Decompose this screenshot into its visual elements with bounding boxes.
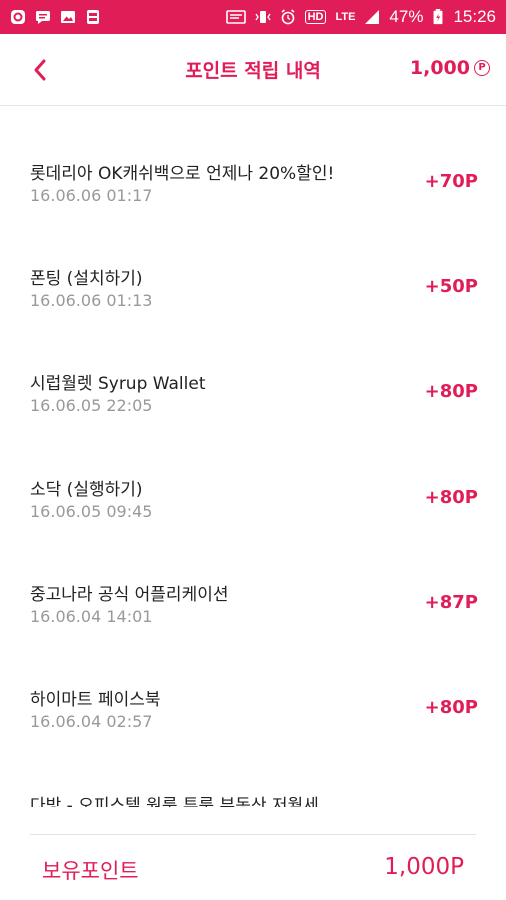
header-points: 1,000 P bbox=[410, 57, 490, 79]
shopping-app-icon bbox=[87, 10, 99, 24]
list-item[interactable]: 다방 - 오피스텔 원룸 투룸 부동산 저월세 bbox=[0, 791, 506, 807]
app-header: 포인트 적립 내역 1,000 P bbox=[0, 34, 506, 106]
owned-points-label: 보유포인트 bbox=[42, 859, 139, 883]
status-bar: HD LTE 47% 15:26 bbox=[0, 0, 506, 34]
app-notification-icon bbox=[11, 10, 25, 24]
item-title: 다방 - 오피스텔 원룸 투룸 부동산 저월세 bbox=[30, 796, 319, 807]
item-date: 16.06.05 09:45 bbox=[30, 502, 153, 521]
item-date: 16.06.06 01:17 bbox=[30, 186, 153, 205]
image-icon bbox=[61, 11, 75, 23]
item-title: 하이마트 페이스북 bbox=[30, 690, 161, 710]
item-date: 16.06.04 14:01 bbox=[30, 607, 153, 626]
item-title: 소닥 (실행하기) bbox=[30, 480, 143, 500]
network-type-label: LTE bbox=[335, 11, 356, 23]
item-date: 16.06.06 01:13 bbox=[30, 291, 153, 310]
item-points: +80P bbox=[424, 381, 478, 402]
list-item[interactable]: 중고나라 공식 어플리케이션 16.06.04 14:01 +87P bbox=[0, 580, 506, 686]
item-title: 폰팅 (설치하기) bbox=[30, 269, 143, 289]
item-points: +80P bbox=[424, 487, 478, 508]
status-bar-right: HD LTE 47% 15:26 bbox=[225, 7, 496, 27]
hd-voice-badge: HD bbox=[304, 10, 327, 24]
list-item[interactable]: 폰팅 (설치하기) 16.06.06 01:13 +50P bbox=[0, 264, 506, 370]
list-item[interactable]: 시럽월렛 Syrup Wallet 16.06.05 22:05 +80P bbox=[0, 369, 506, 475]
alarm-icon bbox=[281, 9, 295, 25]
list-item[interactable]: 하이마트 페이스북 16.06.04 02:57 +80P bbox=[0, 685, 506, 791]
point-circle-icon: P bbox=[474, 60, 490, 76]
vibrate-mute-icon bbox=[255, 11, 271, 23]
points-history-list[interactable]: 롯데리아 OK캐쉬백으로 언제나 20%할인! 16.06.06 01:17 +… bbox=[0, 107, 506, 807]
cast-screen-icon bbox=[225, 10, 246, 24]
item-title: 시럽월렛 Syrup Wallet bbox=[30, 374, 206, 394]
item-title: 롯데리아 OK캐쉬백으로 언제나 20%할인! bbox=[30, 164, 335, 184]
clock: 15:26 bbox=[453, 7, 496, 26]
item-points: +80P bbox=[424, 697, 478, 718]
item-date: 16.06.04 02:57 bbox=[30, 712, 153, 731]
list-item[interactable]: 소닥 (실행하기) 16.06.05 09:45 +80P bbox=[0, 475, 506, 581]
item-points: +50P bbox=[424, 276, 478, 297]
battery-charging-icon bbox=[434, 9, 443, 25]
item-points: +70P bbox=[424, 171, 478, 192]
list-item[interactable]: 롯데리아 OK캐쉬백으로 언제나 20%할인! 16.06.06 01:17 +… bbox=[0, 159, 506, 265]
owned-points-value: 1,000P bbox=[384, 854, 464, 880]
points-footer: 보유포인트 1,000P bbox=[0, 835, 506, 900]
item-date: 16.06.05 22:05 bbox=[30, 396, 153, 415]
item-title: 중고나라 공식 어플리케이션 bbox=[30, 585, 229, 605]
battery-percent: 47% bbox=[389, 7, 424, 26]
header-points-value: 1,000 bbox=[409, 57, 470, 79]
item-points: +87P bbox=[424, 592, 478, 613]
message-icon bbox=[36, 11, 50, 24]
status-bar-left bbox=[10, 9, 101, 25]
signal-strength-icon bbox=[365, 10, 380, 24]
